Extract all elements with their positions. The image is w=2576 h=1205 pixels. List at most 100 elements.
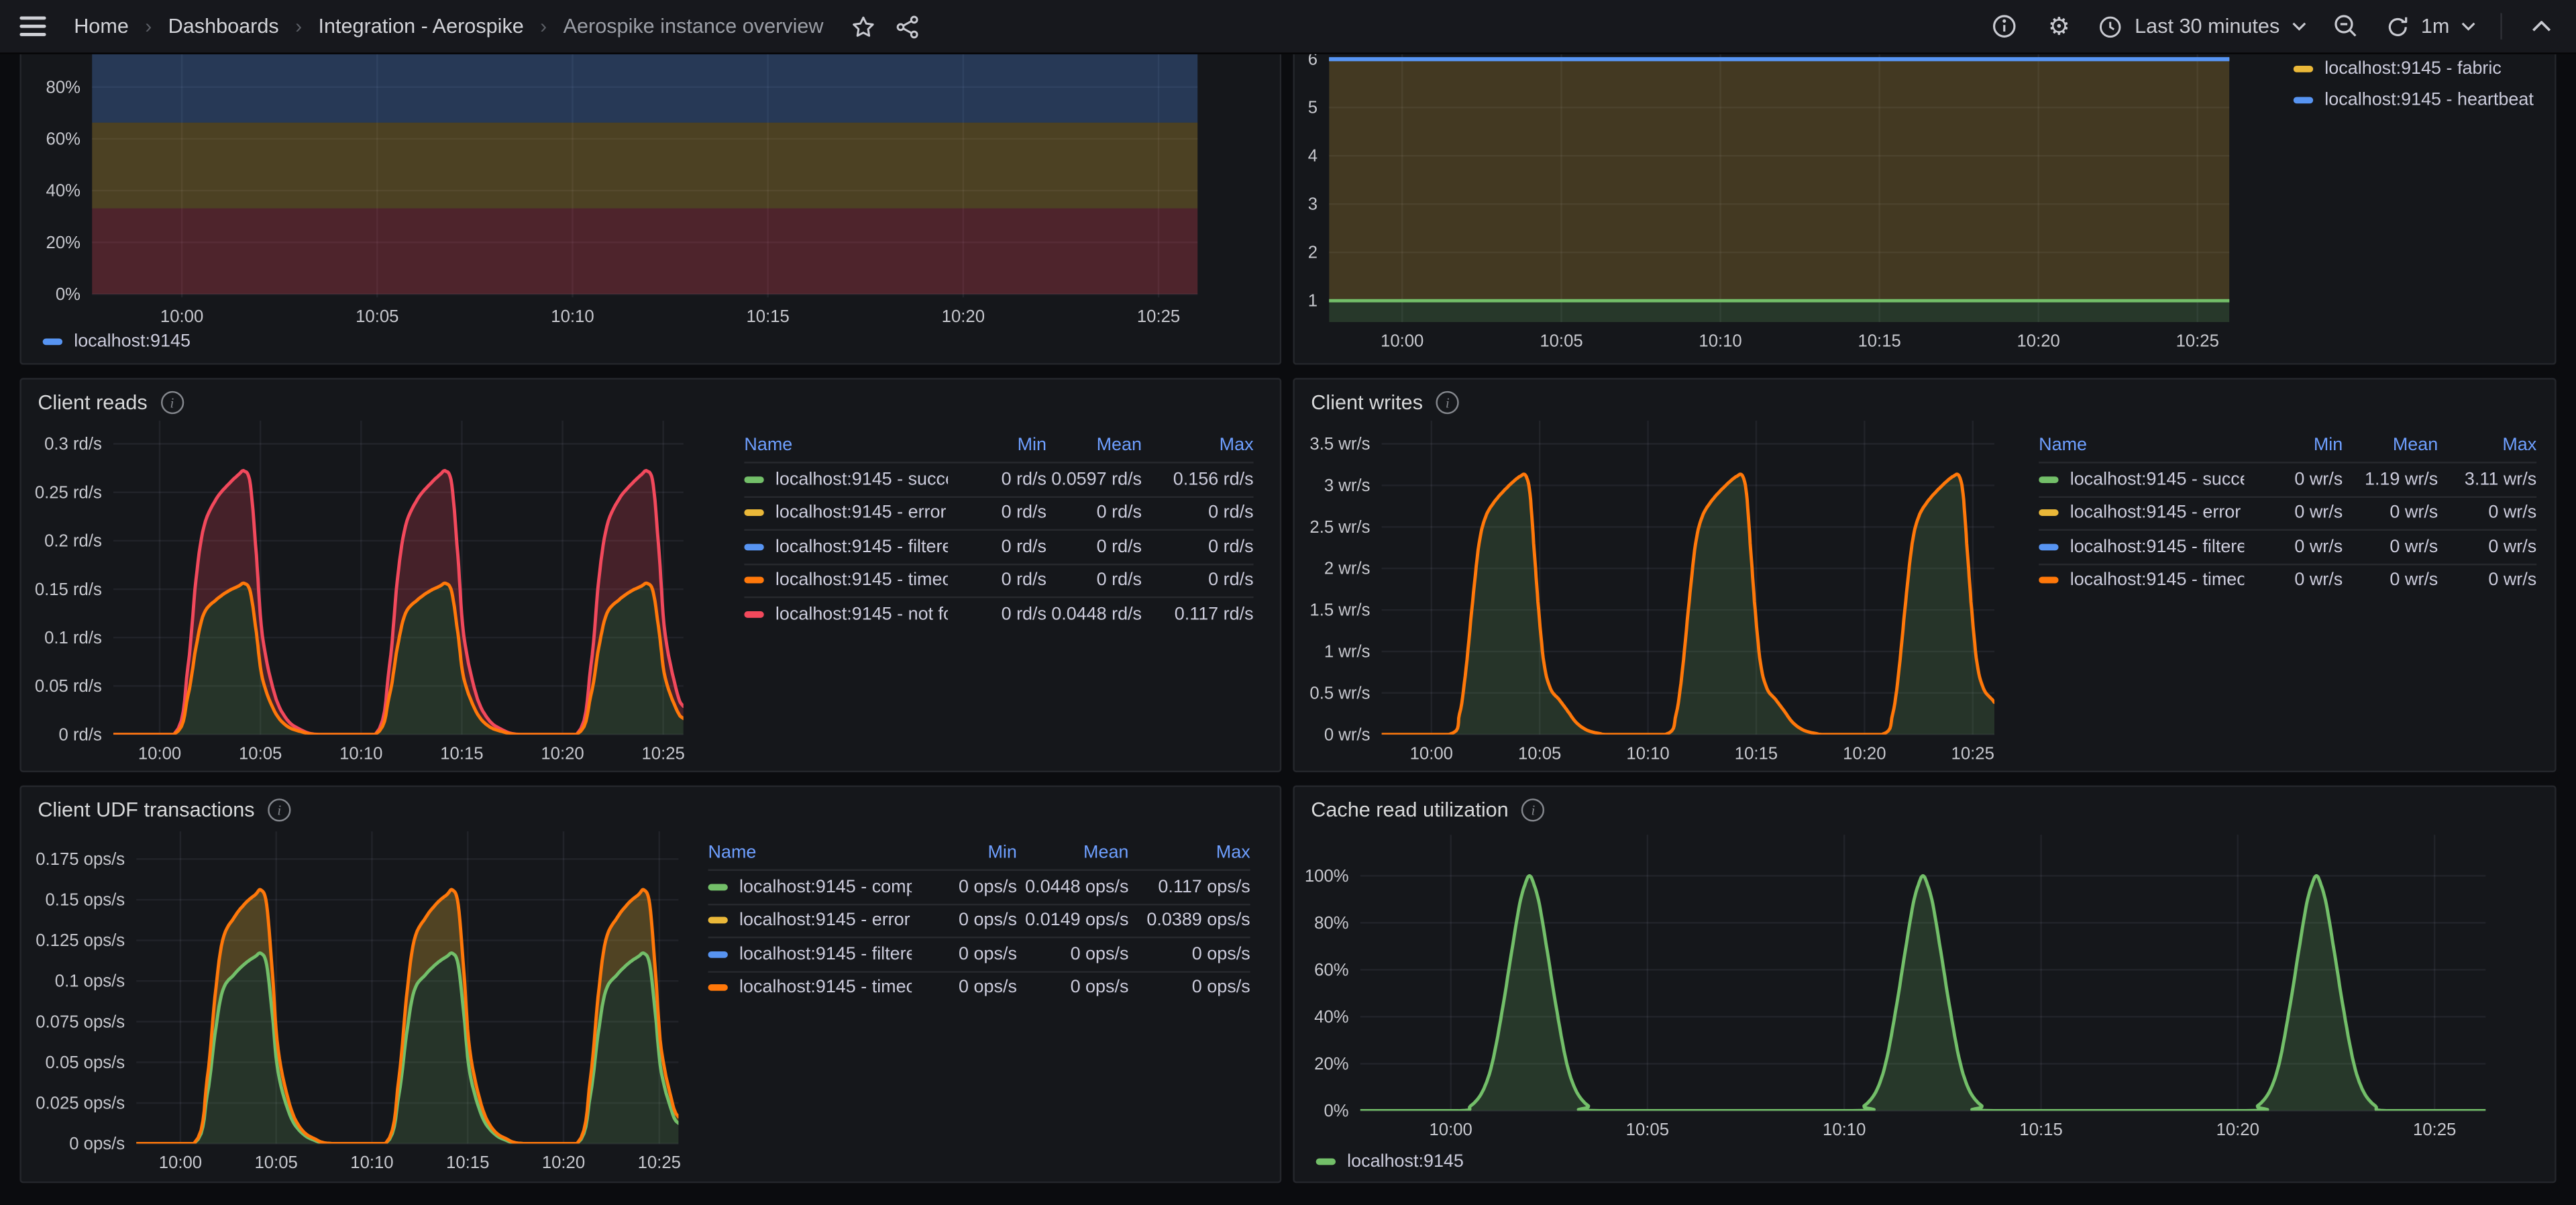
- x-tick-label: 10:15: [1735, 744, 1778, 763]
- x-tick-label: 10:10: [551, 307, 594, 326]
- column-header-mean[interactable]: Mean: [2343, 435, 2438, 455]
- table-row[interactable]: localhost:9145 - success 0 rd/s0.0597 rd/…: [744, 462, 1254, 495]
- grafana-dashboard: Home › Dashboards › Integration - Aerosp…: [0, 0, 2576, 1205]
- gear-icon[interactable]: ⚙: [2044, 11, 2074, 41]
- breadcrumb-dashboards[interactable]: Dashboards: [168, 15, 279, 38]
- series-stat: 0 wr/s: [2488, 537, 2537, 557]
- series-stat: 0 wr/s: [2294, 537, 2343, 557]
- series-area-band-yellow: [92, 122, 1198, 209]
- series-color-dash: [42, 338, 63, 346]
- table-row[interactable]: localhost:9145 - not found 0 rd/s0.0448 r…: [744, 596, 1254, 630]
- column-header-max[interactable]: Max: [2438, 435, 2536, 455]
- table-row[interactable]: localhost:9145 - error 0 wr/s 0 wr/s 0 wr/s: [2039, 495, 2537, 529]
- table-row[interactable]: localhost:9145 - timeout 0 wr/s 0 wr/s 0 wr…: [2039, 562, 2537, 596]
- x-tick-label: 10:10: [1699, 332, 1741, 351]
- panel-title-text: Cache read utilization: [1311, 798, 1509, 822]
- refresh-picker[interactable]: 1m: [2385, 14, 2476, 39]
- overview-chart[interactable]: 0% 20% 40% 60% 80% 10:00 10:05 10:10 10:15 10:20 1…: [21, 54, 1280, 363]
- y-tick-label: 80%: [46, 78, 80, 97]
- x-tick-label: 10:00: [138, 744, 181, 763]
- y-tick-label: 0.25 rd/s: [35, 483, 102, 502]
- info-icon[interactable]: i: [160, 390, 184, 415]
- column-header-mean[interactable]: Mean: [1046, 435, 1142, 455]
- column-header-name[interactable]: Name: [744, 435, 948, 455]
- divider: [2500, 13, 2502, 40]
- table-row[interactable]: localhost:9145 - filtered 0 rd/s 0 rd/s 0 r…: [744, 529, 1254, 563]
- chevron-up-icon[interactable]: [2527, 11, 2557, 41]
- panel-client-udf: Client UDF transactions i 0 ops/s 0.025 o…: [19, 785, 1282, 1184]
- panel-legend: localhost:9145 - fabric localhost:9145 - …: [2293, 58, 2534, 111]
- column-header-mean[interactable]: Mean: [1017, 843, 1128, 862]
- panel-title[interactable]: Cache read utilization i: [1311, 798, 1545, 822]
- navbar-actions: ⚙ Last 30 minutes 1m: [1990, 11, 2557, 41]
- legend-label: localhost:9145 - heartbeat: [2324, 89, 2534, 109]
- panel-legend: localhost:9145: [42, 330, 191, 353]
- table-row[interactable]: localhost:9145 - complete 0 ops/s 0.0448 o…: [708, 869, 1250, 903]
- share-icon[interactable]: [892, 11, 922, 41]
- x-tick-label: 10:05: [239, 744, 282, 763]
- legend-item[interactable]: localhost:9145: [42, 330, 191, 353]
- y-tick-label: 1: [1308, 292, 1318, 311]
- x-tick-label: 10:25: [1951, 744, 1994, 763]
- table-row[interactable]: localhost:9145 - success 0 wr/s 1.19 wr/s 3…: [2039, 462, 2537, 495]
- series-name: localhost:9145 - complete: [739, 877, 912, 897]
- x-tick-label: 10:10: [350, 1153, 393, 1172]
- legend-item[interactable]: localhost:9145 - heartbeat: [2293, 88, 2534, 111]
- table-row[interactable]: localhost:9145 - filtered 0 ops/s 0 ops/s 0…: [708, 936, 1250, 970]
- legend-label: localhost:9145 - fabric: [2324, 59, 2502, 79]
- y-tick-label: 20%: [1314, 1055, 1348, 1073]
- table-row[interactable]: localhost:9145 - timeout 0 rd/s 0 rd/s 0 rd…: [744, 562, 1254, 596]
- column-header-max[interactable]: Max: [1142, 435, 1254, 455]
- y-tick-label: 3.5 wr/s: [1309, 435, 1370, 454]
- legend-label: localhost:9145: [1347, 1151, 1464, 1172]
- y-tick-label: 0.3 rd/s: [44, 435, 102, 454]
- table-row[interactable]: localhost:9145 - timeout 0 ops/s 0 ops/s 0 …: [708, 970, 1250, 1004]
- info-icon[interactable]: i: [268, 798, 291, 822]
- series-color-dash: [708, 951, 728, 958]
- x-tick-label: 10:20: [541, 744, 584, 763]
- chevron-right-icon: ›: [145, 15, 152, 38]
- column-header-min[interactable]: Min: [912, 843, 1016, 862]
- column-header-name[interactable]: Name: [708, 843, 912, 862]
- y-tick-label: 20%: [46, 233, 80, 252]
- table-row[interactable]: localhost:9145 - filtered 0 wr/s 0 wr/s 0 w…: [2039, 529, 2537, 563]
- x-tick-label: 10:10: [1626, 744, 1669, 763]
- time-range-label: Last 30 minutes: [2135, 15, 2280, 38]
- breadcrumb-folder[interactable]: Integration - Aerospike: [318, 15, 523, 38]
- info-icon[interactable]: i: [1521, 798, 1545, 822]
- table-row[interactable]: localhost:9145 - error 0 ops/s 0.0149 ops/…: [708, 902, 1250, 937]
- breadcrumb-home[interactable]: Home: [74, 15, 129, 38]
- legend-item[interactable]: localhost:9145 - fabric: [2293, 58, 2534, 81]
- series-stat: 3.11 wr/s: [2464, 469, 2537, 490]
- cache-read-chart[interactable]: 0% 20% 40% 60% 80% 100% 10:00 10:05 10:10 10:15 10…: [1295, 787, 2555, 1182]
- y-tick-label: 2 wr/s: [1324, 560, 1371, 578]
- column-header-min[interactable]: Min: [2244, 435, 2343, 455]
- info-icon[interactable]: [1990, 11, 2020, 41]
- panel-title[interactable]: Client UDF transactions i: [38, 798, 291, 822]
- column-header-max[interactable]: Max: [1128, 843, 1250, 862]
- series-color-dash: [1316, 1158, 1336, 1165]
- series-name: localhost:9145 - success: [2070, 469, 2245, 490]
- zoom-out-icon[interactable]: [2330, 11, 2360, 41]
- x-tick-label: 10:20: [2017, 332, 2060, 351]
- series-color-dash: [2293, 96, 2314, 103]
- x-tick-label: 10:00: [1381, 332, 1424, 351]
- legend-table-header: Name Min Mean Max: [744, 429, 1253, 462]
- column-header-min[interactable]: Min: [948, 435, 1046, 455]
- table-row[interactable]: localhost:9145 - error 0 rd/s 0 rd/s 0 rd/s: [744, 495, 1254, 529]
- panel-title[interactable]: Client writes i: [1311, 390, 1459, 415]
- column-header-name[interactable]: Name: [2039, 435, 2244, 455]
- panel-title[interactable]: Client reads i: [38, 390, 184, 415]
- series-stat: 0.0149 ops/s: [1025, 910, 1129, 931]
- panel-cache-read: Cache read utilization i 0% 20% 40% 60% 80% 1…: [1293, 785, 2557, 1184]
- y-tick-label: 80%: [1314, 914, 1348, 933]
- legend-item[interactable]: localhost:9145: [1316, 1150, 1464, 1173]
- time-range-picker[interactable]: Last 30 minutes: [2098, 14, 2306, 39]
- star-icon[interactable]: [848, 11, 877, 41]
- series-stat: 0 wr/s: [2294, 570, 2343, 590]
- y-tick-label: 2: [1308, 244, 1318, 262]
- series-area-fabric: [1329, 59, 2230, 301]
- panel-client-writes: Client writes i 0 wr/s 0.5 wr/s 1 wr/s 1.5 …: [1293, 378, 2557, 773]
- info-icon[interactable]: i: [1436, 390, 1459, 415]
- menu-icon[interactable]: [19, 16, 46, 36]
